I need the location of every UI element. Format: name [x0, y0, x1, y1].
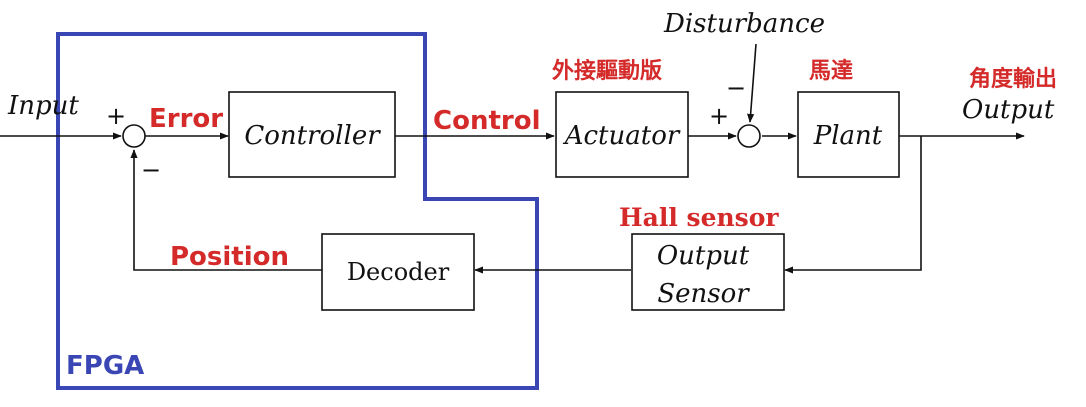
summing-junction-2 [737, 124, 761, 148]
fpga-boundary [56, 32, 539, 390]
controller-label: Controller [244, 121, 381, 151]
control-block-diagram: Controller Actuator Plant Decoder Output… [0, 9, 1057, 390]
output-sensor-label-line2: Sensor [657, 279, 750, 309]
driver-board-label: 外接驅動版 [552, 58, 662, 84]
error-label: Error [149, 104, 223, 134]
output-label: Output [962, 95, 1055, 125]
disturbance-label: Disturbance [663, 9, 825, 39]
control-label: Control [433, 106, 540, 136]
fpga-label: FPGA [66, 351, 144, 381]
angle-output-label: 角度輸出 [969, 66, 1057, 92]
actuator-label: Actuator [563, 121, 681, 151]
plant-label: Plant [813, 121, 883, 151]
sum1-minus-sign: − [141, 156, 161, 184]
summing-junction-1 [122, 124, 146, 148]
sum2-plus-sign: + [709, 102, 729, 130]
motor-label: 馬達 [809, 58, 853, 84]
decoder-label: Decoder [347, 258, 450, 286]
disturbance-wire [747, 43, 757, 123]
input-label: Input [7, 91, 79, 121]
sum2-minus-sign: − [726, 74, 746, 102]
hall-sensor-label: Hall sensor [619, 203, 779, 232]
output-sensor-label-line1: Output [657, 241, 750, 271]
position-label: Position [170, 242, 289, 272]
sum1-plus-sign: + [106, 102, 126, 130]
